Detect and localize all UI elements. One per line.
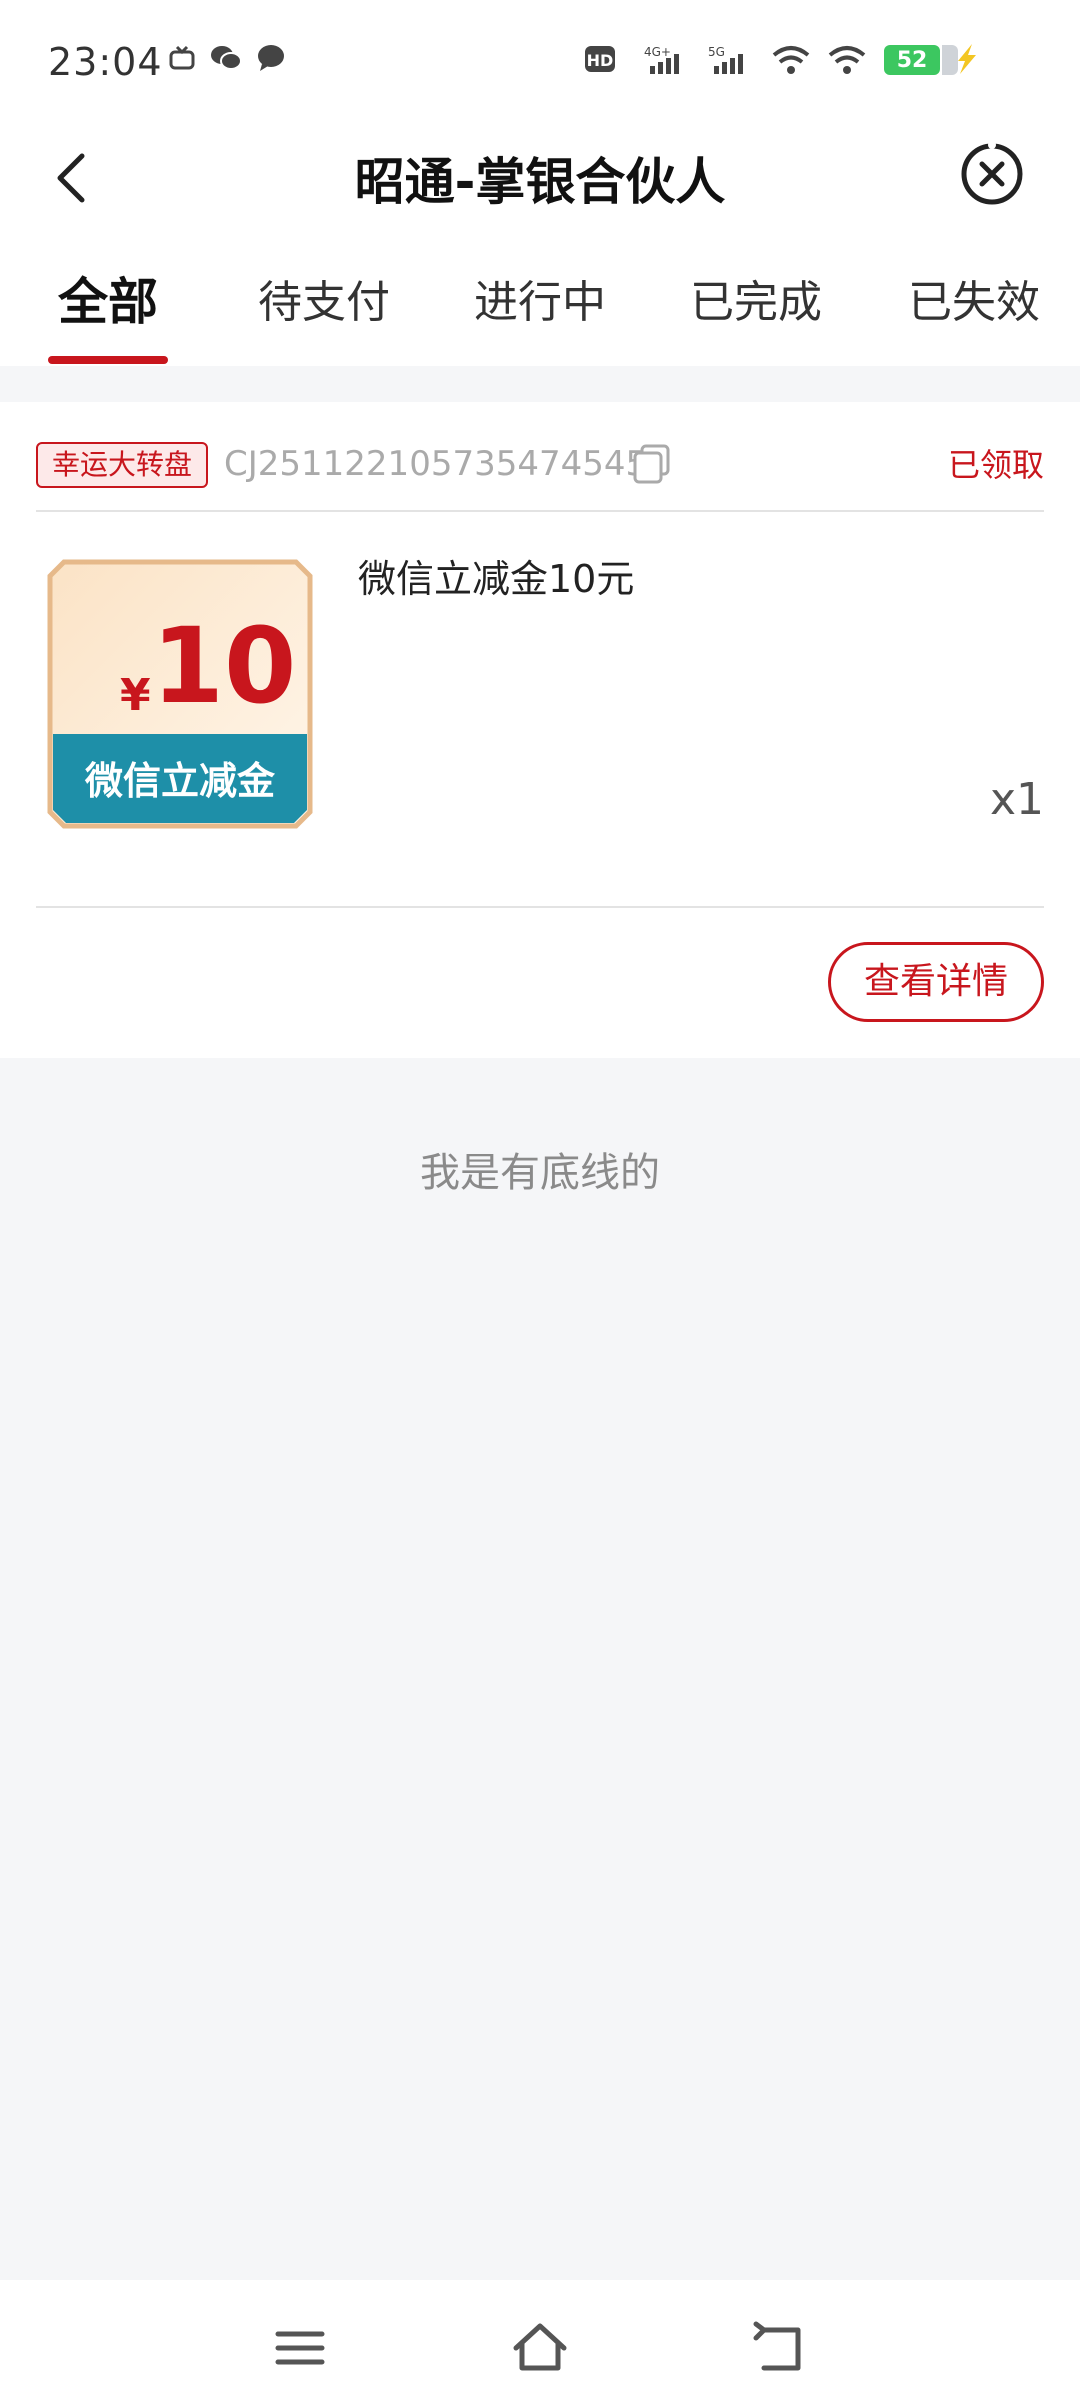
charging-icon — [958, 44, 976, 74]
page-title: 昭通-掌银合伙人 — [354, 153, 726, 211]
tab-pending-payment[interactable]: 待支付 — [258, 266, 390, 330]
order-type-tag: 幸运大转盘 — [36, 442, 209, 488]
battery-level: 52 — [896, 47, 928, 73]
svg-text:4G+: 4G+ — [644, 45, 671, 59]
close-circle-icon[interactable] — [958, 140, 1026, 208]
divider — [36, 906, 1044, 908]
menu-icon[interactable] — [270, 2320, 330, 2376]
tv-icon — [169, 45, 195, 70]
order-status: 已领取 — [947, 446, 1044, 484]
status-icons-right: HD 4G+ 5G 52 — [584, 44, 958, 76]
wifi-icon — [772, 46, 810, 74]
coupon-amount: 10 — [152, 605, 297, 727]
hd-icon: HD — [585, 46, 615, 72]
order-tabs: 全部 待支付 进行中 已完成 已失效 — [0, 238, 1080, 366]
copy-icon[interactable] — [632, 444, 672, 484]
coupon-image: ¥ 10 微信立减金 — [47, 559, 313, 829]
home-icon[interactable] — [510, 2320, 570, 2376]
status-time: 23:04 — [48, 40, 163, 84]
signal-5g-icon: 5G — [708, 45, 743, 74]
divider — [36, 510, 1044, 512]
system-nav-bar — [0, 2280, 1080, 2408]
tab-expired[interactable]: 已失效 — [908, 266, 1040, 330]
order-card[interactable]: 幸运大转盘 CJ251122105735474545 已领取 ¥ 10 微信立减… — [0, 402, 1080, 1058]
status-bar: 23:04 HD 4G+ 5G 52 — [0, 0, 1080, 128]
active-tab-indicator — [48, 356, 168, 364]
product-name: 微信立减金10元 — [358, 557, 635, 601]
coupon-label: 微信立减金 — [84, 758, 276, 803]
nav-bar: 昭通-掌银合伙人 — [0, 128, 1080, 238]
view-details-button[interactable]: 查看详情 — [828, 942, 1044, 1022]
end-of-list-text: 我是有底线的 — [420, 1150, 660, 1196]
svg-text:5G: 5G — [708, 45, 725, 59]
back-icon[interactable] — [750, 2320, 810, 2376]
product-quantity: x1 — [989, 774, 1044, 825]
wechat-icon — [211, 46, 242, 70]
chat-bubble-icon — [258, 45, 284, 71]
wifi-icon-2 — [828, 46, 866, 74]
order-number: CJ251122105735474545 — [224, 444, 648, 484]
status-icons-left — [168, 44, 286, 72]
battery-icon: 52 — [884, 45, 958, 75]
svg-text:HD: HD — [587, 51, 614, 70]
signal-4g-icon: 4G+ — [644, 45, 679, 74]
tab-all[interactable]: 全部 — [58, 262, 158, 334]
coupon-currency: ¥ — [120, 670, 151, 721]
tab-in-progress[interactable]: 进行中 — [474, 266, 606, 330]
tab-completed[interactable]: 已完成 — [690, 266, 822, 330]
